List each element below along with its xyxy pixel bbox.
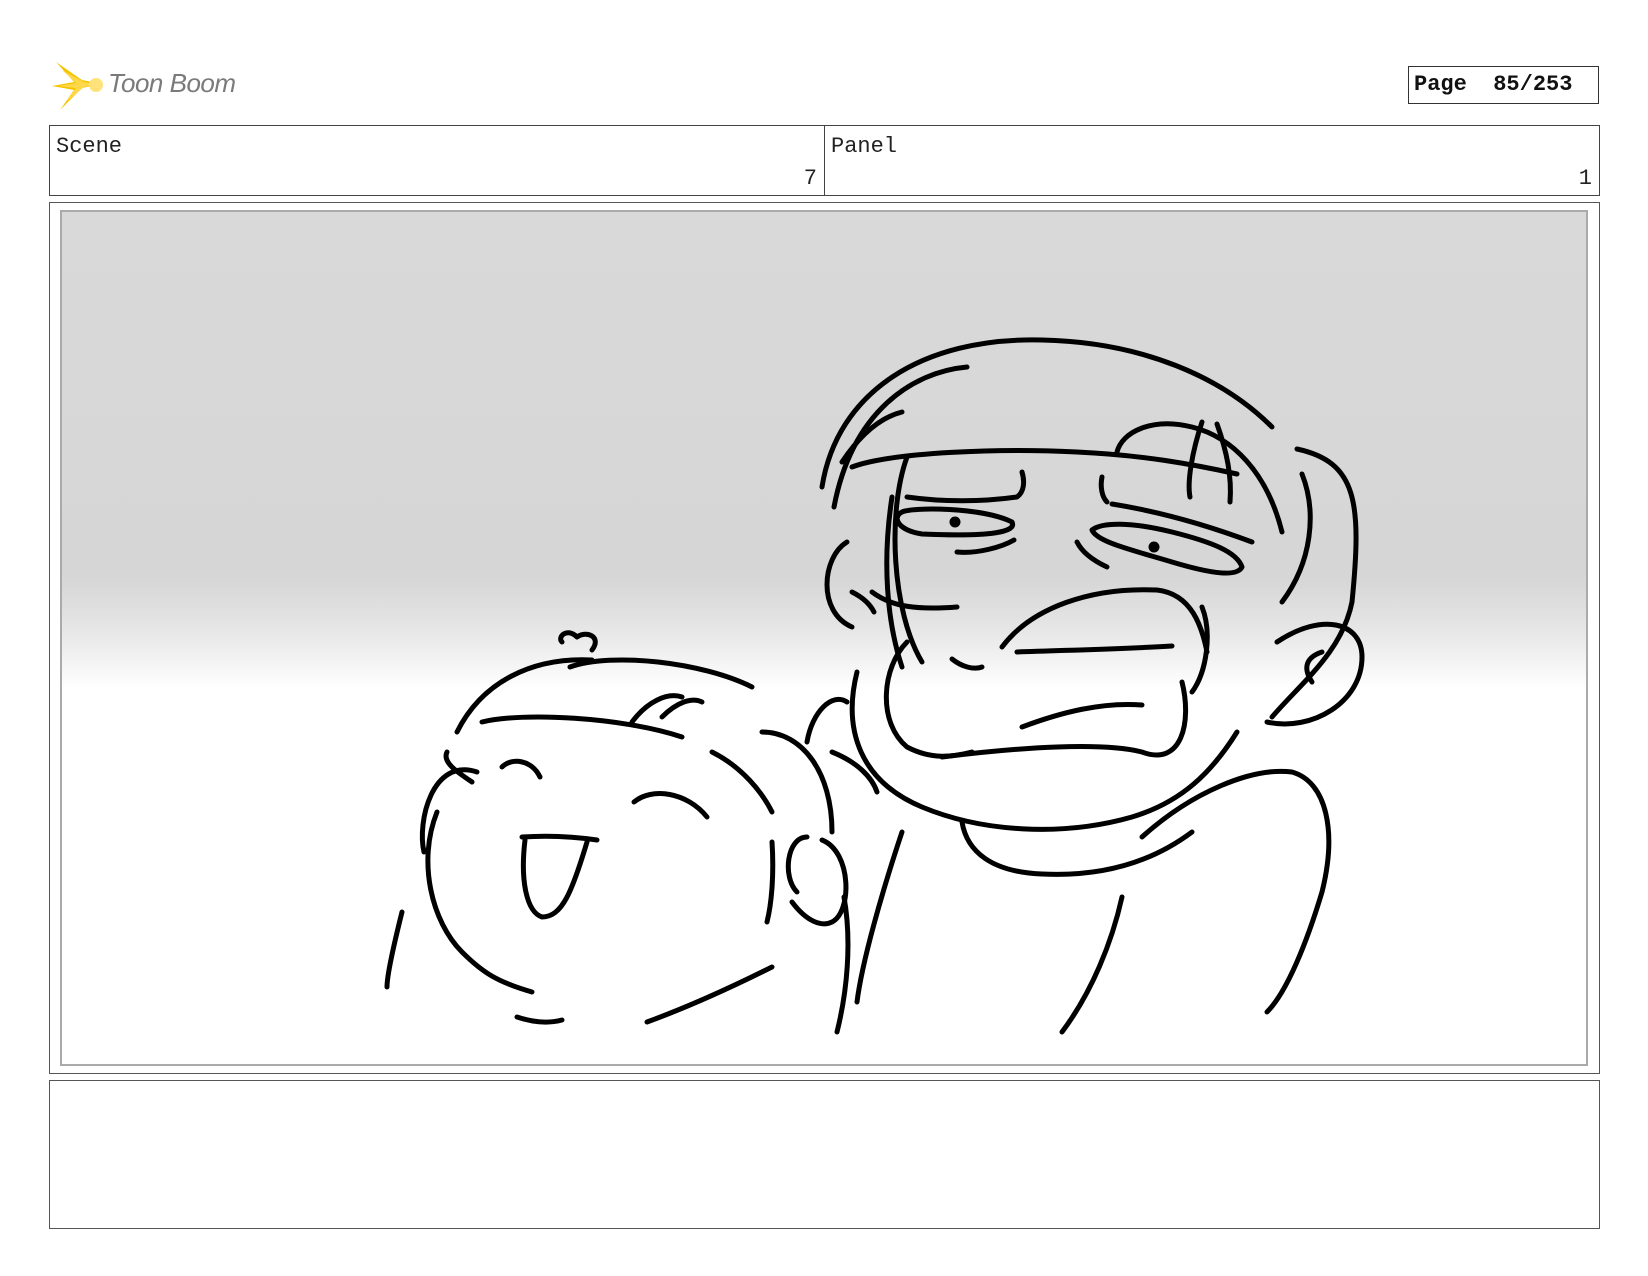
page-indicator: Page 85/253 [1408, 66, 1599, 104]
scene-number: 7 [803, 166, 817, 191]
panel-number: 1 [1578, 166, 1592, 191]
brand-name: Toon Boom [108, 68, 236, 98]
scene-panel-header: Scene 7 Panel 1 [49, 125, 1600, 196]
starburst-icon [52, 62, 103, 110]
storyboard-sketch [384, 337, 1365, 1035]
panel-frame [49, 202, 1600, 1074]
scene-cell: Scene 7 [50, 126, 825, 195]
panel-cell: Panel 1 [825, 126, 1599, 195]
panel-image [60, 210, 1588, 1066]
panel-notes [49, 1080, 1600, 1229]
toon-boom-logo: Toon Boom [52, 58, 262, 114]
scene-label: Scene [56, 134, 123, 159]
panel-label: Panel [831, 134, 898, 159]
